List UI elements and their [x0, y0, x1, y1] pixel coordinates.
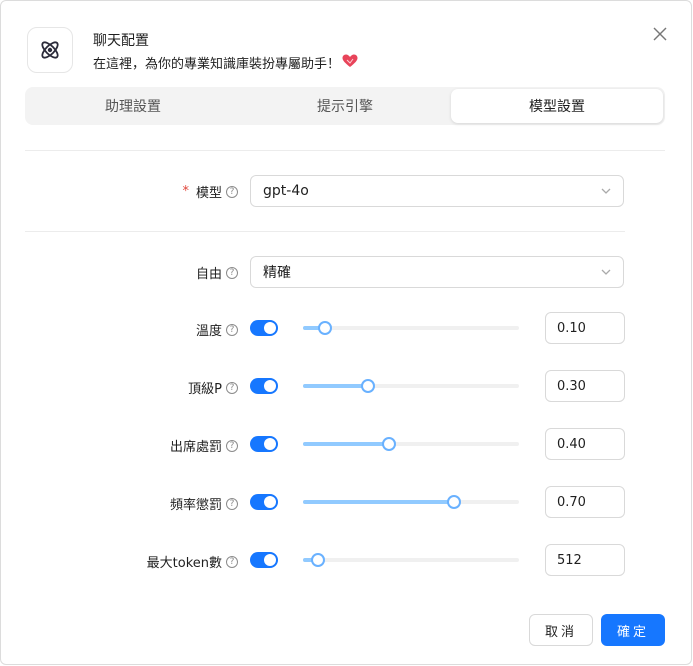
max-tokens-input[interactable]: 512 [545, 544, 625, 576]
slider-fill [303, 384, 368, 388]
frequency-penalty-label: 頻率懲罰 [169, 498, 222, 513]
temperature-slider[interactable] [303, 321, 519, 335]
required-mark: * [182, 184, 189, 199]
help-icon[interactable]: ? [226, 497, 238, 510]
dialog-subtitle-text: 在這裡，為你的專業知識庫裝扮專屬助手！ [93, 57, 341, 72]
temperature-toggle[interactable] [250, 320, 278, 336]
presence-penalty-toggle[interactable] [250, 436, 278, 452]
presence-penalty-input[interactable]: 0.40 [545, 428, 625, 460]
confirm-button[interactable]: 確定 [601, 614, 665, 646]
heart-icon [342, 54, 358, 72]
chat-config-dialog: 聊天配置 在這裡，為你的專業知識庫裝扮專屬助手！ 助理設置 提示引擎 模型設置 … [0, 0, 692, 665]
slider-handle[interactable] [447, 495, 462, 509]
slider-handle[interactable] [317, 321, 332, 335]
divider [25, 150, 665, 151]
tab-assistant-settings[interactable]: 助理設置 [27, 89, 239, 123]
divider [25, 231, 625, 232]
max-tokens-label: 最大token數 [146, 556, 222, 571]
model-label: 模型 [195, 186, 222, 201]
tab-prompt-engine[interactable]: 提示引擎 [239, 89, 451, 123]
model-select-value: gpt-4o [263, 183, 309, 199]
slider-handle[interactable] [360, 379, 375, 393]
atom-icon [27, 27, 73, 73]
top-p-label-row: 頂級P? [1, 378, 238, 397]
help-icon[interactable]: ? [226, 439, 238, 452]
max-tokens-toggle[interactable] [250, 552, 278, 568]
temperature-label-row: 溫度? [1, 320, 238, 339]
model-select[interactable]: gpt-4o [250, 175, 624, 207]
temperature-label: 溫度 [195, 324, 222, 339]
slider-handle[interactable] [311, 553, 326, 567]
help-icon[interactable]: ? [226, 185, 238, 198]
freedom-label-row: 自由 ? [1, 263, 238, 282]
top-p-toggle[interactable] [250, 378, 278, 394]
tab-model-settings[interactable]: 模型設置 [451, 89, 663, 123]
slider-fill [303, 442, 390, 446]
temperature-input[interactable]: 0.10 [545, 312, 625, 344]
help-icon[interactable]: ? [226, 555, 238, 568]
freedom-label: 自由 [195, 267, 222, 282]
slider-handle[interactable] [382, 437, 397, 451]
dialog-title: 聊天配置 [93, 33, 149, 49]
frequency-penalty-toggle[interactable] [250, 494, 278, 510]
frequency-penalty-slider[interactable] [303, 495, 519, 509]
freedom-select-value: 精確 [263, 265, 291, 281]
max-tokens-label-row: 最大token數? [1, 552, 238, 571]
model-label-row: * 模型 ? [1, 182, 238, 201]
presence-penalty-label-row: 出席處罰? [1, 436, 238, 455]
close-icon[interactable] [651, 25, 669, 43]
help-icon[interactable]: ? [226, 381, 238, 394]
slider-fill [303, 500, 455, 504]
freedom-select[interactable]: 精確 [250, 256, 624, 288]
presence-penalty-slider[interactable] [303, 437, 519, 451]
top-p-slider[interactable] [303, 379, 519, 393]
help-icon[interactable]: ? [226, 266, 238, 279]
help-icon[interactable]: ? [226, 323, 238, 336]
frequency-penalty-input[interactable]: 0.70 [545, 486, 625, 518]
cancel-button[interactable]: 取消 [529, 614, 593, 646]
max-tokens-slider[interactable] [303, 553, 519, 567]
top-p-input[interactable]: 0.30 [545, 370, 625, 402]
tab-bar: 助理設置 提示引擎 模型設置 [25, 87, 665, 125]
presence-penalty-label: 出席處罰 [169, 440, 222, 455]
top-p-label: 頂級P [188, 382, 222, 397]
chevron-down-icon [600, 185, 612, 201]
chevron-down-icon [600, 266, 612, 282]
dialog-subtitle: 在這裡，為你的專業知識庫裝扮專屬助手！ [93, 53, 358, 72]
frequency-penalty-label-row: 頻率懲罰? [1, 494, 238, 513]
